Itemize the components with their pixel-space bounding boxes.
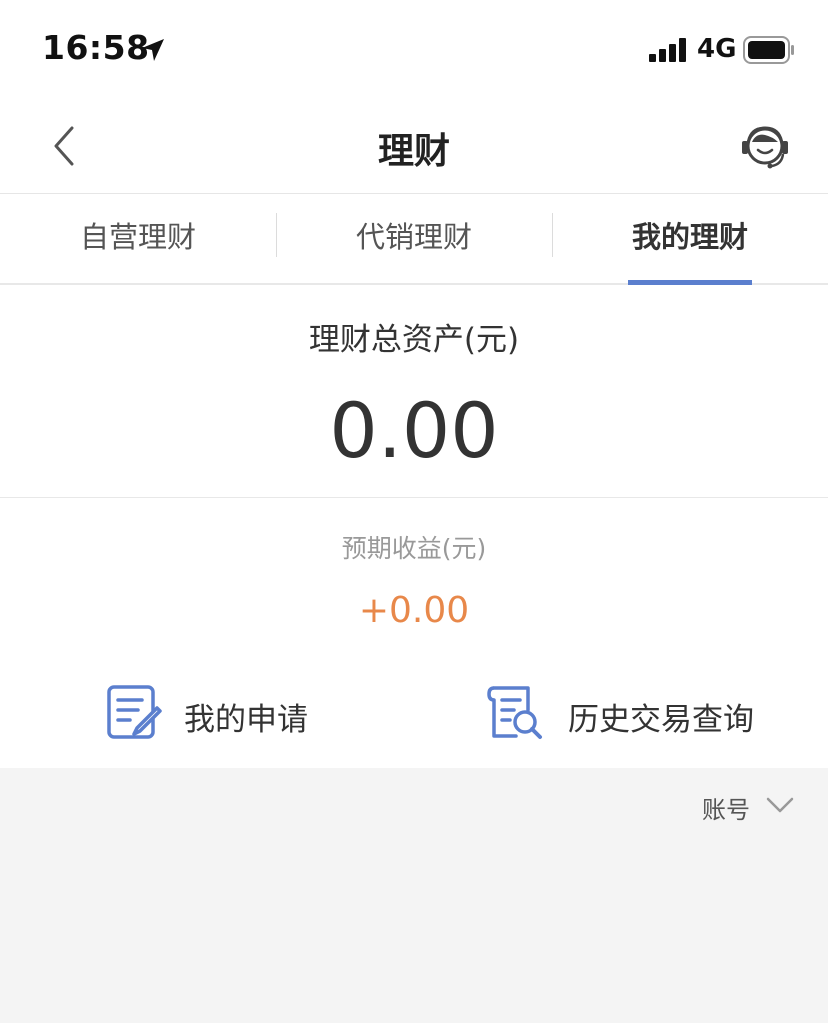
total-assets-label: 理财总资产(元) <box>308 322 520 358</box>
tab-bar: 自营理财 代销理财 我的理财 <box>0 194 828 285</box>
tab-agency[interactable]: 代销理财 <box>276 194 552 283</box>
status-time: 16:58 <box>42 28 150 67</box>
total-assets-value: 0.00 <box>329 386 499 475</box>
account-dropdown[interactable]: 账号 <box>690 784 800 830</box>
expected-profit-value: +0.00 <box>358 590 470 631</box>
battery-icon <box>743 36 794 64</box>
expected-profit-label: 预期收益(元) <box>341 534 487 563</box>
active-tab-indicator <box>628 280 752 285</box>
tab-divider <box>552 213 553 257</box>
application-edit-icon <box>107 685 162 739</box>
signal-bars-icon <box>649 38 686 62</box>
tab-my-finance[interactable]: 我的理财 <box>552 194 828 283</box>
my-applications-button[interactable]: 我的申请 <box>104 682 344 744</box>
tab-self-operated[interactable]: 自营理财 <box>0 194 276 283</box>
history-search-icon <box>487 686 542 739</box>
history-query-label: 历史交易查询 <box>568 702 754 738</box>
account-label: 账号 <box>702 796 750 824</box>
network-type: 4G <box>697 34 737 64</box>
customer-service-icon[interactable] <box>738 122 792 172</box>
tab-divider <box>276 213 277 257</box>
my-applications-label: 我的申请 <box>184 702 308 738</box>
chevron-down-icon <box>766 797 794 813</box>
history-query-button[interactable]: 历史交易查询 <box>486 682 776 744</box>
chevron-left-icon[interactable] <box>48 124 80 168</box>
divider <box>0 497 828 498</box>
page-title: 理财 <box>377 131 450 172</box>
location-arrow-icon <box>142 39 164 61</box>
